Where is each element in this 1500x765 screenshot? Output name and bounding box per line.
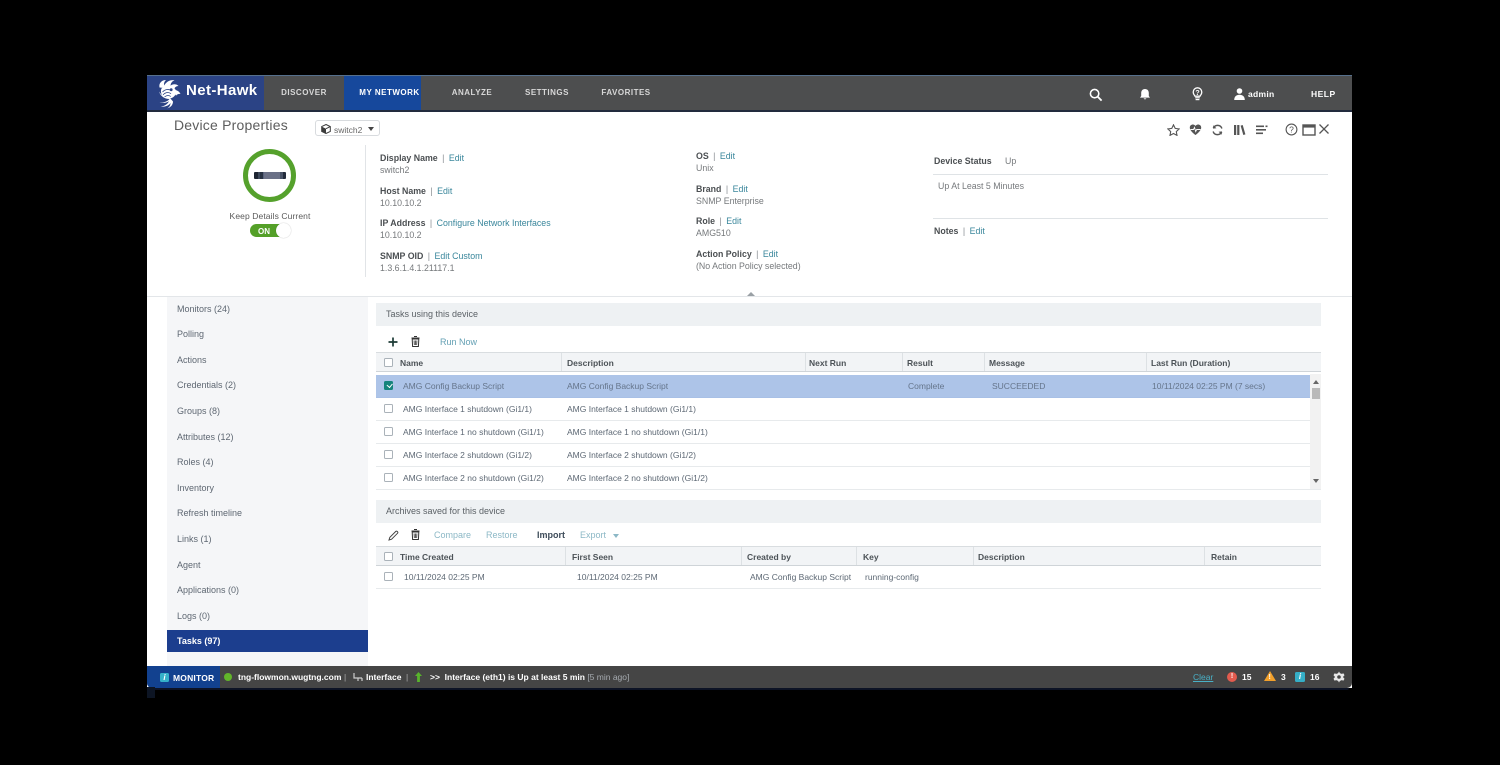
svg-text:?: ? <box>1195 90 1199 97</box>
svg-text:?: ? <box>1289 124 1294 134</box>
